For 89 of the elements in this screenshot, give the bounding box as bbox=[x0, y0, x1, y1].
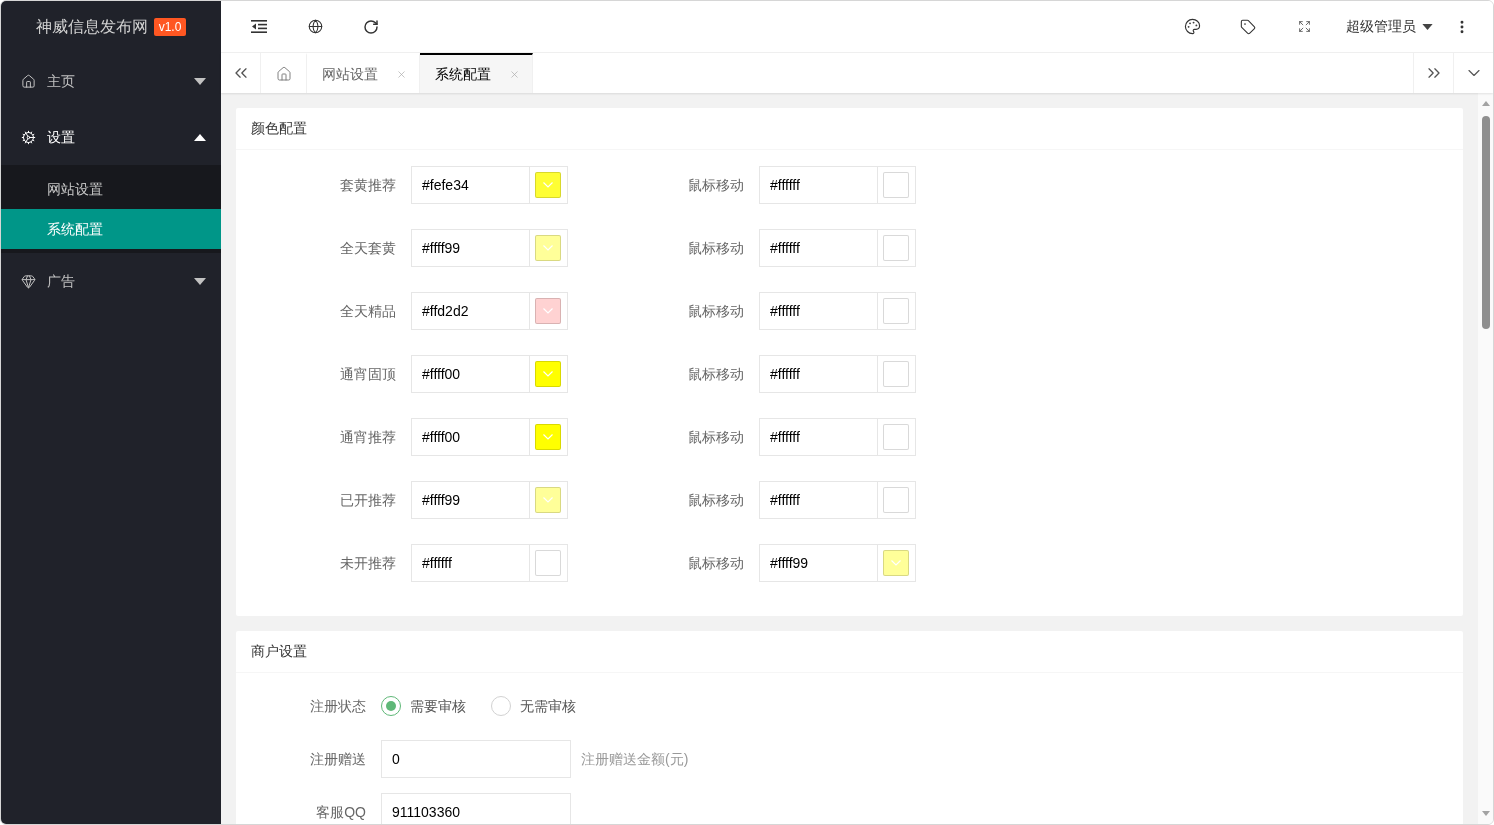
card-title: 商户设置 bbox=[251, 642, 307, 661]
chevron-down-icon bbox=[543, 245, 553, 251]
diamond-icon bbox=[21, 273, 36, 289]
field-label: 套黄推荐 bbox=[340, 175, 396, 195]
field-label: 注册赠送 bbox=[310, 749, 366, 769]
radio-option[interactable]: 需要审核 bbox=[381, 695, 466, 717]
color-picker-button[interactable] bbox=[878, 418, 916, 456]
color-picker-button[interactable] bbox=[530, 355, 568, 393]
input-field[interactable]: 0 bbox=[381, 740, 571, 778]
color-input[interactable]: #ffffff bbox=[759, 229, 878, 267]
color-input[interactable]: #ffd2d2 bbox=[411, 292, 530, 330]
field-label: 鼠标移动 bbox=[688, 553, 744, 573]
caret-down-icon bbox=[194, 277, 206, 285]
field-label: 已开推荐 bbox=[340, 490, 396, 510]
color-picker-button[interactable] bbox=[530, 481, 568, 519]
color-input[interactable]: #ffffff bbox=[759, 292, 878, 330]
color-picker-button[interactable] bbox=[530, 292, 568, 330]
site-title: 神威信息发布网 bbox=[35, 17, 148, 37]
caret-up-icon bbox=[194, 133, 206, 141]
user-menu-button[interactable]: 超级管理员 bbox=[1332, 1, 1447, 52]
color-picker-button[interactable] bbox=[530, 229, 568, 267]
scrollbar[interactable] bbox=[1478, 93, 1493, 824]
color-picker-button[interactable] bbox=[878, 544, 916, 582]
fullscreen-icon bbox=[1297, 20, 1311, 33]
scroll-down-icon[interactable] bbox=[1481, 811, 1490, 816]
tag-icon bbox=[1240, 18, 1256, 35]
refresh-icon bbox=[363, 18, 379, 35]
card-title: 颜色配置 bbox=[251, 119, 307, 138]
color-input[interactable]: #ffffff bbox=[411, 544, 530, 582]
scrollbar-thumb[interactable] bbox=[1481, 116, 1490, 329]
submenu-item[interactable]: 网站设置 bbox=[1, 169, 221, 209]
color-input[interactable]: #ffffff bbox=[759, 166, 878, 204]
field-label: 鼠标移动 bbox=[688, 427, 744, 447]
chevron-down-icon bbox=[543, 371, 553, 377]
color-input[interactable]: #ffff99 bbox=[411, 229, 530, 267]
field-label: 通宵固顶 bbox=[340, 364, 396, 384]
color-picker-button[interactable] bbox=[878, 355, 916, 393]
palette-icon bbox=[1183, 18, 1201, 35]
chevron-down-icon bbox=[543, 434, 553, 440]
color-input[interactable]: #fefe34 bbox=[411, 166, 530, 204]
tab[interactable]: 系统配置 bbox=[420, 53, 533, 93]
color-picker-button[interactable] bbox=[878, 481, 916, 519]
tab[interactable]: 网站设置 bbox=[307, 53, 420, 93]
field-label: 鼠标移动 bbox=[688, 490, 744, 510]
chevron-down-icon bbox=[543, 308, 553, 314]
chevron-down-icon bbox=[543, 497, 553, 503]
color-input[interactable]: #ffff00 bbox=[411, 355, 530, 393]
home-icon bbox=[21, 73, 36, 89]
field-label: 注册状态 bbox=[310, 696, 366, 716]
field-label: 客服QQ bbox=[316, 802, 366, 822]
field-label: 鼠标移动 bbox=[688, 301, 744, 321]
gear-icon bbox=[21, 129, 36, 145]
scroll-up-icon[interactable] bbox=[1481, 101, 1490, 106]
caret-down-icon bbox=[194, 77, 206, 85]
radio-option[interactable]: 无需审核 bbox=[491, 695, 576, 717]
menu-item[interactable]: 主页 bbox=[1, 53, 221, 109]
color-picker-button[interactable] bbox=[530, 418, 568, 456]
color-input[interactable]: #ffff99 bbox=[759, 544, 878, 582]
color-input[interactable]: #ffff99 bbox=[411, 481, 530, 519]
field-label: 通宵推荐 bbox=[340, 427, 396, 447]
field-label: 鼠标移动 bbox=[688, 175, 744, 195]
version-badge: v1.0 bbox=[153, 18, 187, 36]
color-input[interactable]: #ffffff bbox=[759, 481, 878, 519]
field-label: 鼠标移动 bbox=[688, 238, 744, 258]
field-hint: 注册赠送金额(元) bbox=[581, 749, 689, 769]
menu-item[interactable]: 广告 bbox=[1, 253, 221, 309]
collapse-menu-icon bbox=[251, 20, 267, 33]
submenu-item[interactable]: 系统配置 bbox=[1, 209, 221, 249]
caret-down-icon bbox=[1422, 23, 1433, 30]
color-input[interactable]: #ffffff bbox=[759, 355, 878, 393]
color-picker-button[interactable] bbox=[878, 292, 916, 330]
color-input[interactable]: #ffff00 bbox=[411, 418, 530, 456]
color-picker-button[interactable] bbox=[530, 544, 568, 582]
globe-icon bbox=[307, 19, 323, 34]
chevron-down-icon bbox=[891, 560, 901, 566]
color-picker-button[interactable] bbox=[530, 166, 568, 204]
close-icon bbox=[396, 68, 407, 80]
field-label: 鼠标移动 bbox=[688, 364, 744, 384]
color-input[interactable]: #ffffff bbox=[759, 418, 878, 456]
field-label: 全天精品 bbox=[340, 301, 396, 321]
home-icon bbox=[275, 66, 292, 82]
chevron-down-icon bbox=[543, 182, 553, 188]
field-label: 未开推荐 bbox=[340, 553, 396, 573]
input-field[interactable]: 911103360 bbox=[381, 793, 571, 824]
close-icon bbox=[509, 68, 520, 80]
menu-item[interactable]: 设置 bbox=[1, 109, 221, 165]
color-picker-button[interactable] bbox=[878, 166, 916, 204]
field-label: 全天套黄 bbox=[340, 238, 396, 258]
color-picker-button[interactable] bbox=[878, 229, 916, 267]
